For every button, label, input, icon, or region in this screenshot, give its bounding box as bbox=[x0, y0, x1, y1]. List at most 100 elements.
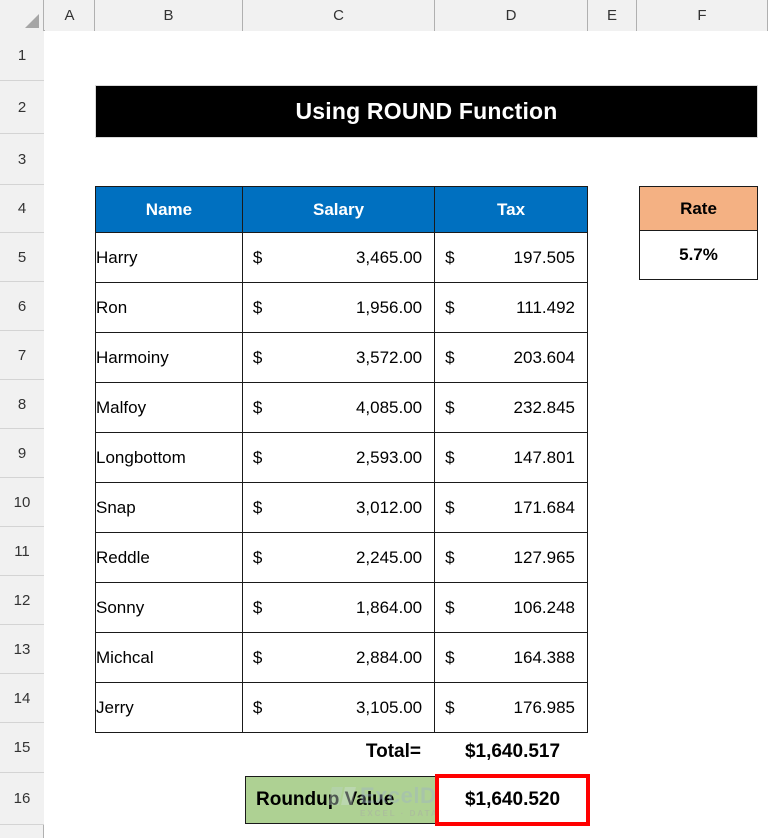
cell-name[interactable]: Sonny bbox=[95, 582, 243, 633]
column-header-d[interactable]: D bbox=[435, 0, 588, 31]
row-header-6[interactable]: 6 bbox=[0, 282, 44, 331]
salary-value: 2,593.00 bbox=[355, 447, 423, 467]
row-header-5-label: 5 bbox=[17, 248, 27, 266]
row-header-7[interactable]: 7 bbox=[0, 331, 44, 380]
row-header-6-label: 6 bbox=[17, 297, 27, 315]
cell-name[interactable]: Reddle bbox=[95, 532, 243, 583]
table-row[interactable]: Ron $1,956.00 $111.492 bbox=[95, 282, 588, 333]
cell-tax[interactable]: $176.985 bbox=[434, 682, 588, 733]
tax-value: 111.492 bbox=[516, 297, 575, 317]
table-header-name[interactable]: Name bbox=[95, 186, 243, 233]
total-label[interactable]: Total= bbox=[245, 730, 431, 774]
cell-tax[interactable]: $106.248 bbox=[434, 582, 588, 633]
table-row[interactable]: Snap $3,012.00 $171.684 bbox=[95, 482, 588, 533]
table-row[interactable]: Michcal $2,884.00 $164.388 bbox=[95, 632, 588, 683]
cell-tax[interactable]: $147.801 bbox=[434, 432, 588, 483]
cell-salary[interactable]: $1,864.00 bbox=[241, 582, 436, 633]
salary-value: 2,245.00 bbox=[355, 547, 423, 567]
row-header-14[interactable]: 14 bbox=[0, 674, 44, 723]
cell-tax[interactable]: $203.604 bbox=[434, 332, 588, 383]
column-header-a[interactable]: A bbox=[45, 0, 95, 31]
currency-symbol: $ bbox=[252, 247, 263, 267]
table-header-salary[interactable]: Salary bbox=[241, 186, 436, 233]
spreadsheet-sheet: A B C D E F 1 2 3 4 5 6 7 8 9 10 11 12 1… bbox=[0, 0, 768, 838]
roundup-value-label[interactable]: Roundup Value bbox=[245, 776, 437, 824]
row-header-16[interactable]: 16 bbox=[0, 773, 44, 825]
tax-value: 147.801 bbox=[513, 447, 575, 467]
cell-tax[interactable]: $127.965 bbox=[434, 532, 588, 583]
column-header-c-label: C bbox=[333, 7, 344, 24]
tax-value: 127.965 bbox=[513, 547, 575, 567]
column-header-f[interactable]: F bbox=[637, 0, 768, 31]
row-header-12[interactable]: 12 bbox=[0, 576, 44, 625]
column-header-c[interactable]: C bbox=[243, 0, 435, 31]
currency-symbol: $ bbox=[252, 597, 263, 617]
table-row[interactable]: Malfoy $4,085.00 $232.845 bbox=[95, 382, 588, 433]
row-header-15[interactable]: 15 bbox=[0, 723, 44, 773]
column-header-e-label: E bbox=[606, 7, 617, 24]
row-header-9[interactable]: 9 bbox=[0, 429, 44, 478]
table-row[interactable]: Reddle $2,245.00 $127.965 bbox=[95, 532, 588, 583]
cell-tax[interactable]: $111.492 bbox=[434, 282, 588, 333]
table-row[interactable]: Sonny $1,864.00 $106.248 bbox=[95, 582, 588, 633]
row-header-4[interactable]: 4 bbox=[0, 185, 44, 233]
salary-value: 3,572.00 bbox=[355, 347, 423, 367]
rate-value-cell[interactable]: 5.7% bbox=[639, 231, 758, 280]
row-header-9-label: 9 bbox=[17, 444, 27, 462]
column-header-b[interactable]: B bbox=[95, 0, 243, 31]
row-header-8[interactable]: 8 bbox=[0, 380, 44, 429]
column-header-f-label: F bbox=[697, 7, 707, 24]
cell-salary[interactable]: $1,956.00 bbox=[241, 282, 436, 333]
cell-name[interactable]: Jerry bbox=[95, 682, 243, 733]
total-value[interactable]: $1,640.517 bbox=[437, 730, 588, 774]
cell-name[interactable]: Harmoiny bbox=[95, 332, 243, 383]
cell-salary[interactable]: $3,105.00 bbox=[241, 682, 436, 733]
cell-salary[interactable]: $2,593.00 bbox=[241, 432, 436, 483]
rate-label[interactable]: Rate bbox=[639, 186, 758, 231]
currency-symbol: $ bbox=[445, 247, 455, 267]
table-row[interactable]: Harmoiny $3,572.00 $203.604 bbox=[95, 332, 588, 383]
cell-name[interactable]: Malfoy bbox=[95, 382, 243, 433]
cell-name[interactable]: Harry bbox=[95, 232, 243, 283]
cell-salary[interactable]: $2,245.00 bbox=[241, 532, 436, 583]
currency-symbol: $ bbox=[445, 497, 455, 517]
cell-name[interactable]: Snap bbox=[95, 482, 243, 533]
cell-tax[interactable]: $197.505 bbox=[434, 232, 588, 283]
row-header-3-label: 3 bbox=[17, 150, 27, 168]
row-header-2[interactable]: 2 bbox=[0, 81, 44, 134]
row-header-8-label: 8 bbox=[17, 395, 27, 413]
cell-salary[interactable]: $3,012.00 bbox=[241, 482, 436, 533]
roundup-result-cell[interactable]: $1,640.520 bbox=[435, 774, 590, 826]
table-body: Harry $3,465.00 $197.505 Ron $1,956.00 $… bbox=[95, 232, 588, 733]
cell-name[interactable]: Michcal bbox=[95, 632, 243, 683]
row-header-13-label: 13 bbox=[13, 640, 31, 658]
table-row[interactable]: Jerry $3,105.00 $176.985 bbox=[95, 682, 588, 733]
row-header-1[interactable]: 1 bbox=[0, 31, 44, 81]
row-header-12-label: 12 bbox=[13, 591, 31, 609]
cell-tax[interactable]: $171.684 bbox=[434, 482, 588, 533]
row-header-3[interactable]: 3 bbox=[0, 134, 44, 185]
row-header-10[interactable]: 10 bbox=[0, 478, 44, 527]
cell-salary[interactable]: $3,465.00 bbox=[241, 232, 436, 283]
cell-salary[interactable]: $2,884.00 bbox=[241, 632, 436, 683]
table-header-tax[interactable]: Tax bbox=[434, 186, 588, 233]
row-header-2-label: 2 bbox=[17, 98, 27, 116]
cell-name[interactable]: Longbottom bbox=[95, 432, 243, 483]
table-row[interactable]: Longbottom $2,593.00 $147.801 bbox=[95, 432, 588, 483]
select-all-button[interactable] bbox=[0, 0, 44, 31]
cell-salary[interactable]: $4,085.00 bbox=[241, 382, 436, 433]
cell-tax[interactable]: $232.845 bbox=[434, 382, 588, 433]
currency-symbol: $ bbox=[252, 647, 263, 667]
sheet-title-banner[interactable]: Using ROUND Function bbox=[95, 85, 758, 138]
row-header-11[interactable]: 11 bbox=[0, 527, 44, 576]
cell-salary[interactable]: $3,572.00 bbox=[241, 332, 436, 383]
row-header-13[interactable]: 13 bbox=[0, 625, 44, 674]
cell-tax[interactable]: $164.388 bbox=[434, 632, 588, 683]
column-header-e[interactable]: E bbox=[588, 0, 637, 31]
table-row[interactable]: Harry $3,465.00 $197.505 bbox=[95, 232, 588, 283]
currency-symbol: $ bbox=[445, 597, 455, 617]
cell-name[interactable]: Ron bbox=[95, 282, 243, 333]
row-header-5[interactable]: 5 bbox=[0, 233, 44, 282]
currency-symbol: $ bbox=[252, 697, 263, 717]
currency-symbol: $ bbox=[252, 447, 263, 467]
